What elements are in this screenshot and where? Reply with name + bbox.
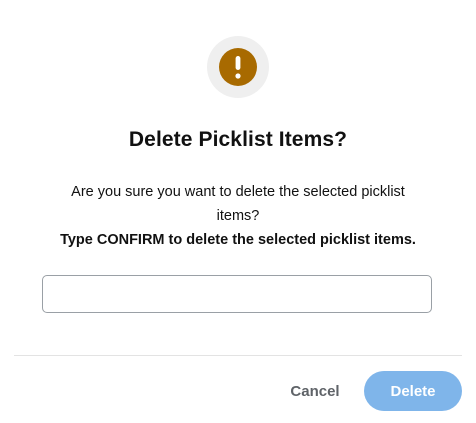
- message-text-line-1: Are you sure you want to delete the sele…: [71, 184, 405, 200]
- dialog-title: Delete Picklist Items?: [128, 128, 348, 151]
- message-text-line-2: items?: [216, 208, 260, 224]
- cancel-button[interactable]: Cancel: [278, 372, 352, 410]
- exclamation-warning-icon: [219, 48, 257, 86]
- delete-picklist-dialog: Delete Picklist Items? Are you sure you …: [0, 0, 476, 423]
- confirm-instruction: Type CONFIRM to delete the selected pick…: [60, 232, 416, 248]
- confirm-input[interactable]: [42, 275, 432, 313]
- warning-icon-badge: [207, 36, 269, 98]
- delete-button[interactable]: Delete: [364, 371, 462, 411]
- footer-divider: [14, 355, 462, 356]
- dialog-message: Are you sure you want to delete the sele…: [40, 180, 436, 252]
